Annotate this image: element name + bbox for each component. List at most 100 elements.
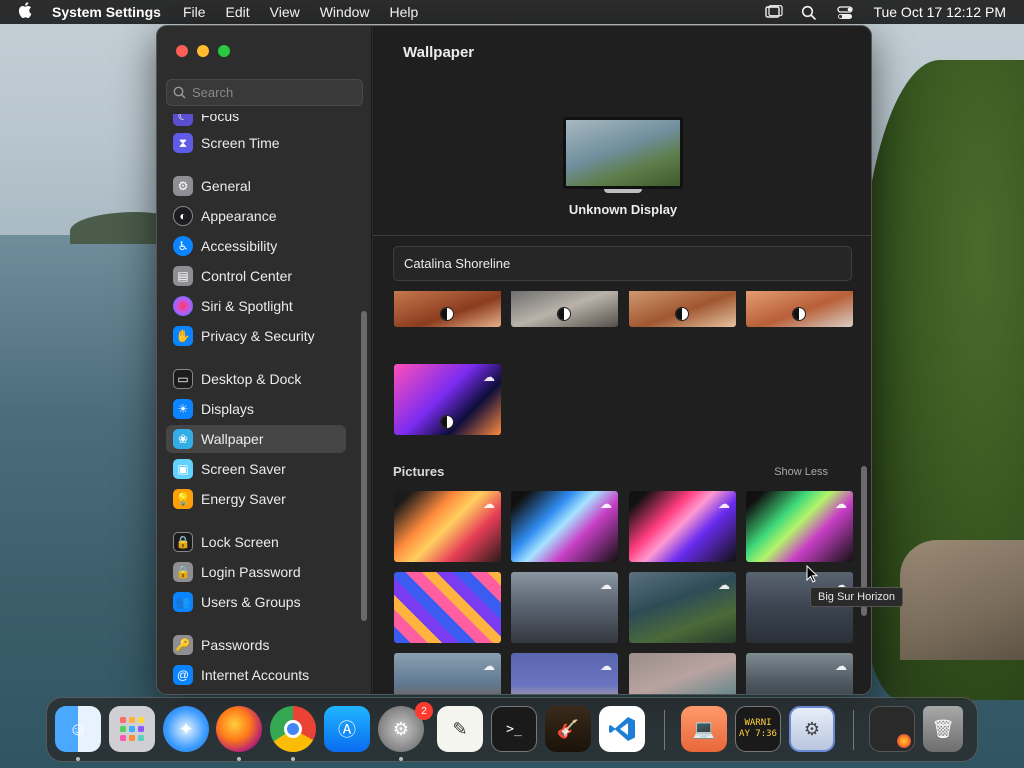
running-indicator <box>399 757 403 761</box>
sidebar-item-privacy-security[interactable]: ✋ Privacy & Security <box>166 322 346 350</box>
search-field[interactable] <box>166 79 363 106</box>
page-title: Wallpaper <box>403 44 475 61</box>
show-less-button[interactable]: Show Less <box>774 466 828 478</box>
console-icon[interactable]: WARNI AY 7:36 <box>735 706 781 752</box>
sidebar-item-control-center[interactable]: ▤ Control Center <box>166 262 346 290</box>
wallpaper-thumbnail[interactable] <box>629 291 736 327</box>
desktop-rocks <box>900 540 1024 660</box>
screen-mirroring-icon[interactable] <box>765 5 784 19</box>
sidebar-item-wallpaper[interactable]: ❀ Wallpaper <box>166 425 346 453</box>
sidebar-item-label: Wallpaper <box>201 431 264 447</box>
menu-view[interactable]: View <box>270 4 300 20</box>
wallpaper-thumbnail[interactable]: ☁ <box>394 653 501 694</box>
dynamic-icon <box>440 307 454 321</box>
sidebar-item-label: Internet Accounts <box>201 667 310 683</box>
wallpaper-thumbnail[interactable]: ☁ <box>746 653 853 694</box>
screen-sharing-icon[interactable]: 💻 <box>681 706 727 752</box>
sidebar-item-lock-screen[interactable]: 🔒 Lock Screen <box>166 528 346 556</box>
garageband-icon[interactable]: 🎸 <box>545 706 591 752</box>
menu-help[interactable]: Help <box>390 4 419 20</box>
sidebar-item-label: Users & Groups <box>201 594 301 610</box>
sidebar-item-displays[interactable]: ☀ Displays <box>166 395 346 423</box>
dynamic-icon <box>675 307 689 321</box>
sidebar-item-energy-saver[interactable]: 💡 Energy Saver <box>166 485 346 513</box>
wallpaper-thumbnail[interactable] <box>394 572 501 643</box>
vscode-icon[interactable] <box>599 706 645 752</box>
sidebar-scrollbar[interactable] <box>361 311 367 621</box>
moon-icon: ☾ <box>173 114 193 126</box>
accessibility-icon: ♿ <box>173 236 193 256</box>
app-store-icon[interactable]: Ⓐ <box>324 706 370 752</box>
wallpaper-thumbnail[interactable]: ☁ <box>511 491 618 562</box>
gear-icon: ⚙ <box>173 176 193 196</box>
sidebar-item-screen-time[interactable]: ⧗ Screen Time <box>166 129 346 157</box>
wallpaper-thumbnail[interactable]: ☁ <box>394 491 501 562</box>
search-input[interactable] <box>192 85 352 100</box>
wallpaper-thumbnail[interactable]: ☁ <box>629 491 736 562</box>
sidebar-item-label: Screen Time <box>201 135 280 151</box>
search-icon <box>173 86 186 99</box>
control-center-icon[interactable] <box>837 5 855 19</box>
lock-small-icon: 🔒 <box>173 562 193 582</box>
wallpaper-thumbnail[interactable]: ☁ <box>629 572 736 643</box>
sidebar-item-siri-spotlight[interactable]: Siri & Spotlight <box>166 292 346 320</box>
wallpaper-thumbnail[interactable]: ☁ <box>746 491 853 562</box>
minimize-button[interactable] <box>197 45 209 57</box>
terminal-icon[interactable]: >_ <box>491 706 537 752</box>
finder-icon[interactable]: ☺ <box>55 706 101 752</box>
sidebar-item-general[interactable]: ⚙ General <box>166 172 346 200</box>
minimized-window-icon[interactable] <box>869 706 915 752</box>
tooltip: Big Sur Horizon <box>810 587 904 607</box>
cloud-download-icon: ☁ <box>718 497 730 511</box>
chrome-icon[interactable] <box>270 706 316 752</box>
apple-menu-icon[interactable] <box>18 2 38 22</box>
display-preview <box>563 117 683 189</box>
firefox-icon[interactable] <box>216 706 262 752</box>
sidebar-item-passwords[interactable]: 🔑 Passwords <box>166 631 346 659</box>
cloud-download-icon: ☁ <box>600 659 612 673</box>
wallpaper-thumbnail-big-sur-horizon[interactable]: ☁ <box>746 572 853 643</box>
trash-icon[interactable]: 🗑 <box>923 706 963 752</box>
wallpaper-thumbnail[interactable] <box>511 291 618 327</box>
spotlight-search-icon[interactable] <box>801 5 819 21</box>
wallpaper-thumbnail[interactable] <box>394 291 501 327</box>
textedit-icon[interactable]: ✎ <box>437 706 483 752</box>
sidebar-item-screen-saver[interactable]: ▣ Screen Saver <box>166 455 346 483</box>
menu-app-name[interactable]: System Settings <box>52 4 161 20</box>
wallpaper-thumbnail[interactable] <box>629 653 736 694</box>
key-icon: 🔑 <box>173 635 193 655</box>
sidebar-item-focus[interactable]: ☾ Focus <box>166 114 346 130</box>
cloud-download-icon: ☁ <box>718 578 730 592</box>
sidebar-item-appearance[interactable]: ◐ Appearance <box>166 202 346 230</box>
system-preferences-icon[interactable]: ⚙ <box>789 706 835 752</box>
wallpaper-thumbnail[interactable]: ☁ <box>511 653 618 694</box>
appearance-icon: ◐ <box>173 206 193 226</box>
menu-window[interactable]: Window <box>320 4 370 20</box>
close-button[interactable] <box>176 45 188 57</box>
wallpaper-thumbnail[interactable]: ☁ <box>511 572 618 643</box>
menu-file[interactable]: File <box>183 4 206 20</box>
wallpaper-thumbnail[interactable]: ☁ <box>394 364 501 435</box>
cloud-download-icon: ☁ <box>835 659 847 673</box>
cloud-download-icon: ☁ <box>483 659 495 673</box>
sidebar-item-users-groups[interactable]: 👥 Users & Groups <box>166 588 346 616</box>
mouse-cursor-icon <box>806 565 818 583</box>
menu-clock[interactable]: Tue Oct 17 12:12 PM <box>873 4 1006 20</box>
dynamic-icon <box>557 307 571 321</box>
sidebar-item-login-password[interactable]: 🔒 Login Password <box>166 558 346 586</box>
sidebar-item-internet-accounts[interactable]: @ Internet Accounts <box>166 661 346 689</box>
sidebar-item-label: Login Password <box>201 564 301 580</box>
wallpaper-pane: Wallpaper Unknown Display Catalina Shore… <box>373 26 871 694</box>
sidebar-item-accessibility[interactable]: ♿ Accessibility <box>166 232 346 260</box>
sidebar-item-desktop-dock[interactable]: ▭ Desktop & Dock <box>166 365 346 393</box>
menu-edit[interactable]: Edit <box>226 4 250 20</box>
running-indicator <box>291 757 295 761</box>
sidebar-item-label: Focus <box>201 114 240 124</box>
sidebar-item-label: Control Center <box>201 268 293 284</box>
launchpad-icon[interactable] <box>109 706 155 752</box>
wallpaper-thumbnail[interactable] <box>746 291 853 327</box>
safari-icon[interactable]: ✦ <box>163 706 209 752</box>
pictures-section-label: Pictures <box>393 464 445 479</box>
sidebar: ☾ Focus ⧗ Screen Time ⚙ General ◐ Appear… <box>157 26 372 694</box>
zoom-button[interactable] <box>218 45 230 57</box>
